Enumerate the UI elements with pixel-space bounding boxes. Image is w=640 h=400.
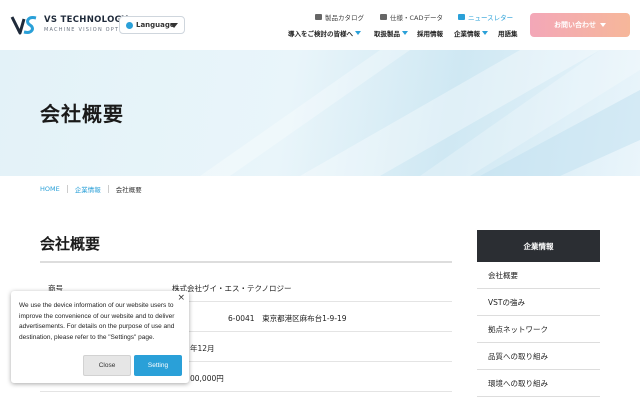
nav-for-prospects[interactable]: 導入をご検討の皆様へ	[288, 28, 361, 38]
nav-label: 企業情報	[454, 30, 480, 38]
sidebar-item-environment[interactable]: 環境への取り組み	[477, 370, 600, 397]
nav-recruit[interactable]: 採用情報	[417, 28, 443, 38]
sidebar-item-network[interactable]: 拠点ネットワーク	[477, 316, 600, 343]
breadcrumb-home[interactable]: HOME	[40, 185, 60, 193]
nav-label: 用語集	[498, 30, 518, 38]
contact-button[interactable]: お問い合わせ	[530, 13, 630, 37]
mail-icon	[458, 14, 465, 20]
hero-banner: 会社概要	[0, 50, 640, 176]
nav-label: 取扱製品	[374, 30, 400, 38]
language-label: Language	[136, 21, 175, 29]
page-title: 会社概要	[40, 102, 124, 126]
row-value: 00,000円	[190, 374, 224, 383]
sidebar-item-strengths[interactable]: VSTの強み	[477, 289, 600, 316]
newsletter-link[interactable]: ニュースレター	[458, 12, 513, 22]
nav-glossary[interactable]: 用語集	[498, 28, 518, 38]
settings-button[interactable]: Setting	[134, 355, 182, 376]
chevron-down-icon	[170, 23, 178, 28]
chevron-down-icon	[482, 31, 488, 35]
section-title: 会社概要	[40, 235, 101, 253]
row-value: 年12月	[190, 344, 215, 353]
cookie-consent-message: We use the device information of our web…	[19, 302, 175, 341]
newsletter-link-label: ニュースレター	[468, 14, 514, 22]
language-selector[interactable]: Language	[119, 16, 185, 34]
spec-cad-link[interactable]: 仕様・CADデータ	[380, 12, 443, 22]
nav-company[interactable]: 企業情報	[454, 28, 488, 38]
globe-icon	[126, 21, 133, 29]
sidebar-item-company-overview[interactable]: 会社概要	[477, 262, 600, 289]
row-value: 株式会社ヴイ・エス・テクノロジー	[172, 284, 292, 293]
row-value: 6-0041 東京都港区麻布台1-9-19	[228, 314, 347, 323]
camera-icon	[380, 14, 387, 20]
breadcrumb: HOME 企業情報 会社概要	[40, 184, 142, 194]
site-header: VS TECHNOLOGY MACHINE VISION OPTICS Lang…	[0, 0, 640, 50]
nav-label: 導入をご検討の皆様へ	[288, 30, 353, 38]
brand-name[interactable]: VS TECHNOLOGY	[44, 15, 128, 25]
breadcrumb-parent[interactable]: 企業情報	[75, 184, 101, 194]
nav-products[interactable]: 取扱製品	[374, 28, 408, 38]
brand-logo-icon[interactable]	[10, 13, 38, 37]
chevron-down-icon	[402, 31, 408, 35]
spec-cad-link-label: 仕様・CADデータ	[390, 14, 443, 22]
brand-tagline: MACHINE VISION OPTICS	[44, 27, 132, 33]
breadcrumb-separator	[66, 185, 68, 193]
nav-label: 採用情報	[417, 30, 443, 38]
breadcrumb-separator	[107, 185, 109, 193]
book-icon	[315, 14, 322, 20]
breadcrumb-current: 会社概要	[115, 186, 142, 194]
cookie-consent-popup: × We use the device information of our w…	[11, 291, 189, 383]
chevron-down-icon	[600, 23, 606, 27]
sidebar-item-quality[interactable]: 品質への取り組み	[477, 343, 600, 370]
catalog-link-label: 製品カタログ	[325, 14, 364, 22]
chevron-down-icon	[355, 31, 361, 35]
close-button[interactable]: Close	[83, 355, 131, 376]
catalog-link[interactable]: 製品カタログ	[315, 12, 364, 22]
contact-button-label: お問い合わせ	[554, 21, 596, 29]
section-divider	[40, 261, 452, 263]
sidebar-heading: 企業情報	[477, 230, 600, 262]
